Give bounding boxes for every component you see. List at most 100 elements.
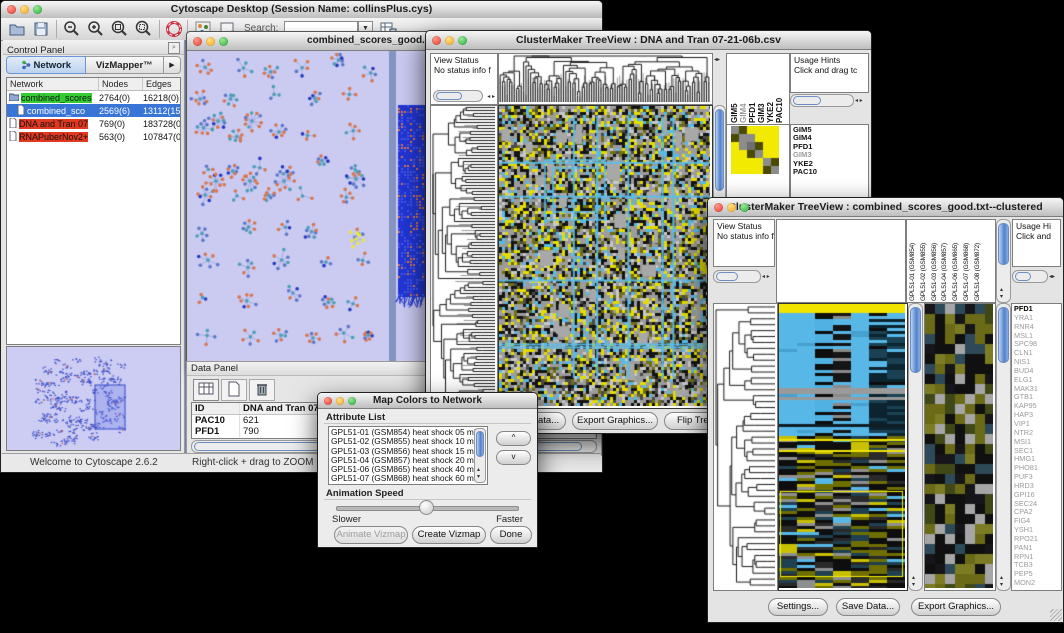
network-table-row[interactable]: RNAPuberNov2+563(0)107847(0)	[7, 130, 180, 143]
tab-network[interactable]: Network	[6, 56, 86, 74]
close-icon[interactable]	[714, 203, 723, 212]
zoom-fit-icon[interactable]	[110, 20, 128, 38]
scroll-down-icon[interactable]: ▾	[1000, 582, 1003, 588]
heatmap-canvas[interactable]	[779, 304, 905, 588]
column-label[interactable]: GPL51-03 (GSM856)	[931, 221, 942, 301]
save-icon[interactable]	[32, 20, 50, 38]
scrollbar-thumb[interactable]	[716, 272, 738, 281]
column-label[interactable]: PFD1	[748, 55, 757, 123]
column-label[interactable]: GPL51-06 (GSM865)	[952, 221, 963, 301]
treeview-dna-title-bar[interactable]: ClusterMaker TreeView : DNA and Tran 07-…	[426, 31, 871, 50]
zoom-out-icon[interactable]	[62, 20, 80, 38]
hscrollbar[interactable]	[790, 94, 854, 107]
zoom-window-icon[interactable]	[348, 397, 356, 405]
hscrollbar[interactable]	[433, 90, 483, 102]
move-up-button[interactable]: ^	[496, 431, 531, 446]
tab-overflow-arrow-icon[interactable]: ▶	[164, 56, 181, 74]
move-down-button[interactable]: v	[496, 450, 531, 465]
zoom-window-icon[interactable]	[33, 5, 42, 14]
hscrollbar[interactable]	[713, 270, 761, 283]
network-table-row[interactable]: combined_scores2764(0)16218(0)	[7, 91, 180, 104]
heatmap-vscrollbar[interactable]: ▴ ▾	[908, 303, 923, 591]
network-table-row[interactable]: combined_sco2569(6)13112(15)	[7, 104, 180, 117]
treeview-combined-title-bar[interactable]: ClusterMaker TreeView : combined_scores_…	[708, 198, 1063, 217]
minimize-icon[interactable]	[336, 397, 344, 405]
scrollbar-thumb[interactable]	[715, 109, 724, 191]
zoom-matrix-canvas[interactable]	[731, 126, 779, 174]
speed-slider-thumb[interactable]	[419, 500, 434, 515]
column-label[interactable]: GPL51-02 (GSM855)	[920, 221, 931, 301]
save-data-button[interactable]: Save Data...	[836, 598, 900, 616]
animate-vizmap-button[interactable]: Animate Vizmap	[334, 526, 408, 544]
scroll-down-icon[interactable]: ▾	[912, 582, 915, 588]
labels-vscrollbar[interactable]: ▴ ▾	[996, 219, 1011, 303]
help-icon[interactable]	[165, 20, 183, 38]
column-label[interactable]: GPL51-07 (GSM868)	[963, 221, 974, 301]
zoom-in-icon[interactable]	[86, 20, 104, 38]
column-label[interactable]: GIM4	[739, 55, 748, 123]
zoom-window-icon[interactable]	[458, 36, 467, 45]
open-icon[interactable]	[8, 20, 26, 38]
column-label[interactable]: YKE2	[766, 55, 775, 123]
hscrollbar[interactable]	[1012, 270, 1048, 283]
scrollbar-thumb[interactable]	[1015, 272, 1031, 281]
network-overview-canvas[interactable]	[7, 347, 180, 448]
scroll-up-icon[interactable]: ▴	[477, 467, 480, 473]
list-vscrollbar[interactable]: ▴ ▾	[474, 428, 486, 483]
resize-grip[interactable]	[1050, 609, 1062, 621]
scrollbar-thumb[interactable]	[793, 96, 821, 105]
trash-icon[interactable]	[249, 379, 275, 401]
scroll-down-icon[interactable]: ▾	[1000, 294, 1003, 300]
close-icon[interactable]	[432, 36, 441, 45]
column-label[interactable]: GIM3	[757, 55, 766, 123]
create-vizmap-button[interactable]: Create Vizmap	[412, 526, 486, 544]
scroll-arrows-icon[interactable]: ◂ ▸	[487, 94, 495, 100]
table-icon[interactable]	[193, 379, 219, 401]
scroll-up-icon[interactable]: ▴	[1000, 287, 1003, 293]
scrollbar-thumb[interactable]	[998, 223, 1009, 265]
dialog-title-bar[interactable]: Map Colors to Network	[318, 393, 537, 409]
attribute-list-item[interactable]: GPL51-07 (GSM868) heat shock 60 min	[329, 474, 487, 483]
document-icon[interactable]	[221, 379, 247, 401]
zoom-window-icon[interactable]	[219, 37, 228, 46]
settings-button[interactable]: Settings...	[768, 598, 828, 616]
scroll-down-icon[interactable]: ▾	[477, 474, 480, 480]
column-label[interactable]: GPL51-08 (GSM872)	[974, 221, 985, 301]
scroll-arrows-icon[interactable]: ◂▸	[714, 57, 720, 63]
scroll-up-icon[interactable]: ▴	[912, 575, 915, 581]
column-label[interactable]: GPL51-04 (GSM857)	[941, 221, 952, 301]
float-panel-icon[interactable]: ⌕	[168, 42, 180, 54]
scrollbar-thumb[interactable]	[998, 307, 1009, 363]
row-dendrogram-canvas[interactable]	[714, 304, 775, 588]
close-icon[interactable]	[7, 5, 16, 14]
zoom-window-icon[interactable]	[740, 203, 749, 212]
scroll-arrows-icon[interactable]: ◂ ▸	[855, 98, 863, 104]
tab-vizmapper[interactable]: VizMapper™	[86, 56, 165, 74]
heatmap-zoom-canvas[interactable]	[925, 304, 993, 588]
minimize-icon[interactable]	[206, 37, 215, 46]
scroll-arrows-icon[interactable]: ◂▸	[1049, 274, 1055, 280]
minimize-icon[interactable]	[727, 203, 736, 212]
scrollbar-thumb[interactable]	[476, 431, 484, 457]
column-label[interactable]: GPL51-01 (GSM854)	[909, 221, 920, 301]
minimize-icon[interactable]	[445, 36, 454, 45]
zoom-selected-icon[interactable]	[134, 20, 152, 38]
main-title-bar[interactable]: Cytoscape Desktop (Session Name: collins…	[1, 1, 602, 19]
row-label[interactable]: PAC10	[791, 168, 868, 176]
close-icon[interactable]	[324, 397, 332, 405]
export-graphics-button[interactable]: Export Graphics...	[911, 598, 1001, 616]
done-button[interactable]: Done	[490, 526, 532, 544]
close-icon[interactable]	[193, 37, 202, 46]
column-label[interactable]: GIM5	[730, 55, 739, 123]
scroll-up-icon[interactable]: ▴	[1000, 575, 1003, 581]
heatmap-canvas[interactable]	[499, 106, 710, 406]
zoom-vscrollbar[interactable]: ▴ ▾	[996, 303, 1011, 591]
network-table-row[interactable]: DNA and Tran 07769(0)183728(0)	[7, 117, 180, 130]
scroll-arrows-icon[interactable]: ◂ ▸	[762, 274, 770, 280]
scrollbar-thumb[interactable]	[910, 307, 921, 373]
gene-label[interactable]: MON2	[1012, 579, 1061, 588]
column-label[interactable]: PAC10	[775, 55, 784, 123]
column-dendrogram[interactable]	[776, 219, 906, 303]
minimize-icon[interactable]	[20, 5, 29, 14]
column-dendrogram-canvas[interactable]	[499, 54, 710, 102]
